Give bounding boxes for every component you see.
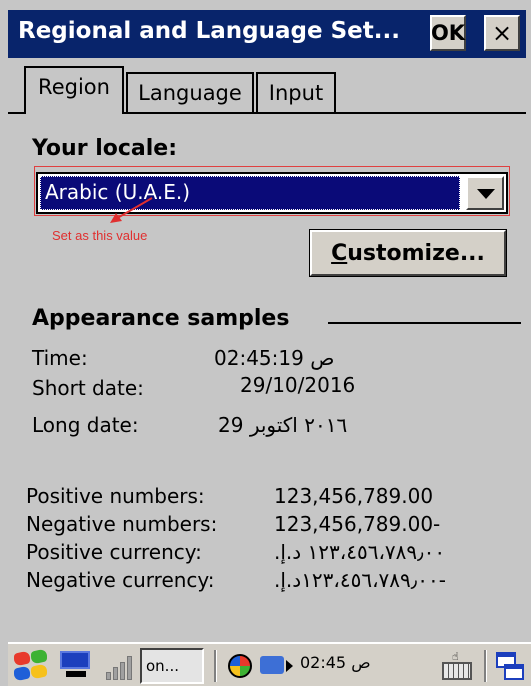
- negative-numbers-value: 123,456,789.00-: [274, 512, 441, 536]
- long-date-label: Long date:: [32, 413, 139, 437]
- keyboard-icon[interactable]: ☝: [440, 650, 474, 682]
- taskbar-clock[interactable]: 02:45 ص: [300, 653, 371, 672]
- positive-numbers-label: Positive numbers:: [26, 484, 205, 508]
- positive-numbers-value: 123,456,789.00: [274, 484, 434, 508]
- negative-numbers-label: Negative numbers:: [26, 512, 218, 536]
- positive-currency-value: ١٢٣،٤٥٦،٧٨٩٫٠٠ د.إ.‏: [274, 540, 446, 564]
- customize-label: ustomize...: [347, 240, 485, 266]
- time-value: 02:45:19 ص: [214, 346, 335, 370]
- input-locale-globe-icon[interactable]: [226, 650, 254, 682]
- customize-button[interactable]: Customize...: [310, 230, 506, 276]
- tab-bar: Region Language Input: [8, 58, 526, 114]
- close-button[interactable]: ×: [484, 15, 520, 51]
- group-divider: [328, 322, 521, 324]
- positive-currency-label: Positive currency:: [26, 540, 202, 564]
- taskbar-divider: [214, 650, 217, 682]
- activesync-icon[interactable]: [258, 650, 302, 682]
- ok-button[interactable]: OK: [430, 15, 466, 51]
- window-switcher-icon[interactable]: [494, 650, 528, 682]
- tab-language[interactable]: Language: [126, 72, 254, 114]
- start-button[interactable]: [10, 648, 50, 682]
- tab-region[interactable]: Region: [24, 66, 124, 114]
- windows-logo-icon: [14, 650, 30, 667]
- taskbar-divider-2: [484, 650, 487, 682]
- locale-label: Your locale:: [32, 136, 177, 161]
- chevron-down-icon[interactable]: [466, 176, 504, 210]
- negative-currency-label: Negative currency:: [26, 568, 215, 592]
- appearance-heading: Appearance samples: [32, 306, 290, 331]
- negative-currency-value: ١٢٣،٤٥٦،٧٨٩٫٠٠د.إ.‏-: [274, 568, 446, 592]
- task-button[interactable]: on...: [140, 648, 204, 684]
- title-bar: Regional and Language Set... OK ×: [8, 10, 526, 58]
- annotation-text: Set as this value: [52, 228, 148, 243]
- long-date-value: 29 ٢٠١٦ اكتوبر: [218, 413, 348, 437]
- screen: Regional and Language Set... OK × Region…: [0, 0, 531, 686]
- signal-strength-icon[interactable]: [102, 650, 138, 682]
- window-title: Regional and Language Set...: [18, 18, 400, 44]
- network-icon[interactable]: [56, 650, 96, 682]
- time-label: Time:: [32, 346, 88, 370]
- short-date-label: Short date:: [32, 376, 144, 400]
- taskbar: on... 02:45 ص ☝: [8, 642, 531, 686]
- annotation-arrow-icon: [110, 197, 153, 223]
- short-date-value: 29/10/2016: [240, 373, 356, 397]
- tab-input[interactable]: Input: [256, 72, 336, 114]
- customize-mnemonic: C: [331, 240, 348, 266]
